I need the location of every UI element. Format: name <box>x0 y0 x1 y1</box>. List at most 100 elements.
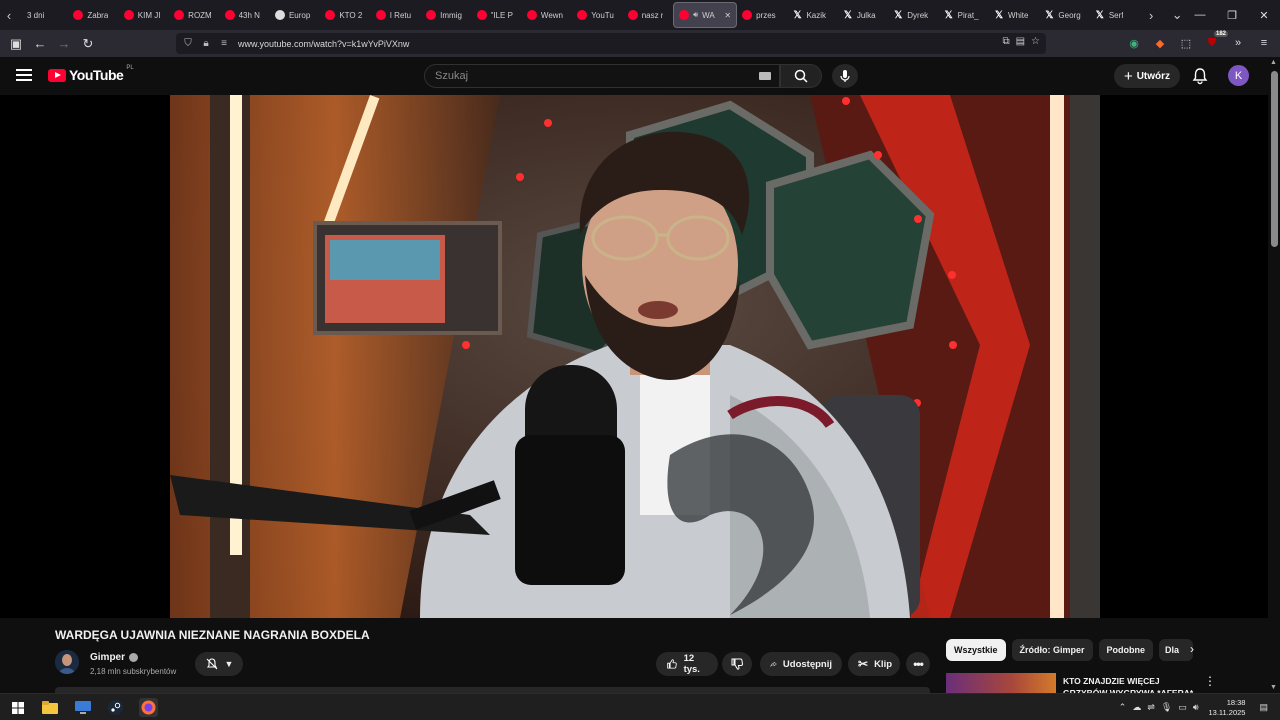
youtube-favicon-icon <box>679 10 690 20</box>
browser-tab[interactable]: "ILE P <box>472 2 522 28</box>
reader-view-icon[interactable]: ▤ <box>1016 36 1025 47</box>
tabs-scroll-left-icon[interactable]: ‹ <box>0 0 18 30</box>
browser-tab[interactable]: 𝕏 Pirat_ <box>939 2 989 28</box>
tray-overflow-icon[interactable]: ⌃ <box>1119 702 1127 713</box>
browser-tab-strip: ‹ 3 dni Zabra KIM JI ROZM 43h N Europ KTO 2 I R… <box>0 0 1280 30</box>
chip-all[interactable]: Wszystkie <box>946 639 1006 661</box>
video-player[interactable] <box>0 95 1268 618</box>
browser-tab[interactable]: I Retu <box>371 2 421 28</box>
permissions-icon[interactable]: ≡ <box>218 38 230 49</box>
browser-tab[interactable]: YouTu <box>572 2 622 28</box>
app-menu-icon[interactable]: ≡ <box>1254 33 1274 53</box>
keyboard-icon[interactable] <box>759 72 771 80</box>
browser-tab[interactable]: 𝕏 Kazik <box>787 2 837 28</box>
browser-tab[interactable]: 𝕏 Serf <box>1090 2 1140 28</box>
usb-icon[interactable]: ⇌ <box>1147 702 1155 713</box>
browser-tab[interactable]: Immig <box>421 2 471 28</box>
fox-extension-icon[interactable]: ◆ <box>1150 33 1170 53</box>
x-favicon-icon: 𝕏 <box>793 9 802 21</box>
youtube-logo[interactable]: YouTube PL <box>48 65 134 83</box>
address-bar[interactable]: ⛉ 🔒︎ ≡ www.youtube.com/watch?v=k1wYvPiVX… <box>176 33 1046 54</box>
chips-next-icon[interactable]: › <box>1190 642 1194 656</box>
dislike-button[interactable] <box>722 652 752 676</box>
channel-name[interactable]: Gimper <box>90 652 139 663</box>
back-icon[interactable]: ← <box>28 32 52 56</box>
tab-audio-icon[interactable]: 🔊︎ <box>693 10 698 20</box>
tabs-scroll-right-icon[interactable]: › <box>1142 0 1160 30</box>
clock[interactable]: 18:38 13.11.2025 <box>1209 698 1246 718</box>
chip-for-you[interactable]: Dla <box>1159 639 1194 661</box>
lock-icon[interactable]: 🔒︎ <box>200 38 212 49</box>
guide-menu-icon[interactable] <box>16 69 32 81</box>
scroll-down-icon[interactable]: ▼ <box>1270 684 1277 691</box>
scrollbar-thumb[interactable] <box>1271 71 1278 247</box>
browser-tab[interactable]: 𝕏 Georg <box>1039 2 1089 28</box>
channel-avatar[interactable] <box>55 650 79 674</box>
recommended-video-thumbnail[interactable] <box>946 673 1056 693</box>
forward-icon[interactable]: → <box>52 32 76 56</box>
browser-tab[interactable]: 3 dni <box>18 2 68 28</box>
remote-desktop-icon[interactable] <box>74 699 91 716</box>
browser-tab[interactable]: 𝕏 Dyrek <box>888 2 938 28</box>
steam-icon[interactable] <box>107 699 124 716</box>
recommended-video-title[interactable]: KTO ZNAJDZIE WIĘCEJ GRZYBÓW WYGRYWA *AFE… <box>1063 675 1198 693</box>
shield-extension-icon[interactable]: ◉ <box>1124 33 1144 53</box>
tab-close-icon[interactable]: ✕ <box>724 11 731 20</box>
browser-tab[interactable]: KTO 2 <box>320 2 370 28</box>
account-avatar[interactable]: K <box>1228 65 1249 86</box>
clip-button[interactable]: ✂ Klip <box>848 652 900 676</box>
video-title: WARDĘGA UJAWNIA NIEZNANE NAGRANIA BOXDEL… <box>55 628 370 642</box>
verified-icon <box>129 653 139 662</box>
browser-tab[interactable]: 𝕏 Julka <box>838 2 888 28</box>
close-window-icon[interactable]: ✕ <box>1248 0 1280 30</box>
notifications-bell-icon[interactable] <box>1190 66 1210 86</box>
search-input[interactable]: Szukaj <box>424 64 780 88</box>
browser-tab[interactable]: ROZM <box>169 2 219 28</box>
scroll-up-icon[interactable]: ▲ <box>1270 59 1277 66</box>
search-button[interactable] <box>780 64 822 88</box>
tab-label: Dyrek <box>907 10 929 20</box>
tracking-protection-icon[interactable]: ⛉ <box>182 38 194 49</box>
scissors-icon: ✂ <box>858 657 869 671</box>
share-button[interactable]: Udostępnij <box>760 652 842 676</box>
video-frame[interactable] <box>170 95 1100 618</box>
tab-label: nasz r <box>641 10 664 20</box>
restore-icon[interactable]: ❐ <box>1216 0 1248 30</box>
bookmark-star-icon[interactable]: ☆ <box>1031 36 1040 47</box>
browser-tab[interactable]: Zabra <box>68 2 118 28</box>
browser-tab[interactable]: Wewn <box>522 2 572 28</box>
picture-in-picture-icon[interactable]: ⧉ <box>1002 36 1009 47</box>
tab-label: I Retu <box>389 10 412 20</box>
page-scrollbar[interactable]: ▲ ▼ <box>1268 57 1280 693</box>
subscribed-notifications-button[interactable]: ▼ <box>195 652 243 676</box>
browser-tab[interactable]: przes <box>737 2 787 28</box>
ublock-icon[interactable]: ⛊ 182 <box>1202 31 1228 53</box>
chip-related[interactable]: Podobne <box>1098 639 1154 661</box>
browser-tab[interactable]: 43h N <box>220 2 270 28</box>
browser-tab[interactable]: KIM JI <box>119 2 169 28</box>
minimize-icon[interactable]: — <box>1184 0 1216 30</box>
windows-start-icon[interactable] <box>9 699 26 716</box>
notifications-icon[interactable]: ▤ <box>1259 702 1268 713</box>
onedrive-icon[interactable]: ☁ <box>1132 702 1141 713</box>
sidebar-toggle-icon[interactable]: ▣ <box>4 32 28 56</box>
microphone-tray-icon[interactable]: 🎙︎ <box>1161 702 1172 713</box>
like-button[interactable]: 12 tys. <box>656 652 718 676</box>
file-explorer-icon[interactable] <box>41 699 58 716</box>
browser-tab[interactable]: nasz r <box>623 2 673 28</box>
more-actions-button[interactable]: ••• <box>906 652 930 676</box>
more-vertical-icon[interactable]: ⋮ <box>1204 674 1216 688</box>
browser-tab[interactable]: Europ <box>270 2 320 28</box>
speaker-icon[interactable]: 🔊︎ <box>1193 702 1199 713</box>
reload-icon[interactable]: ↻ <box>76 32 100 56</box>
firefox-icon[interactable] <box>139 698 158 717</box>
browser-tab[interactable]: 𝕏 White <box>989 2 1039 28</box>
browser-tab[interactable]: 🔊︎ WA ✕ <box>673 2 738 28</box>
youtube-favicon-icon <box>224 10 235 20</box>
extensions-puzzle-icon[interactable]: ⬚ <box>1176 33 1196 53</box>
create-button[interactable]: + Utwórz <box>1114 64 1180 88</box>
display-icon[interactable]: ▭ <box>1178 702 1187 713</box>
voice-search-button[interactable] <box>832 64 858 88</box>
overflow-chevrons-icon[interactable]: » <box>1228 33 1248 53</box>
chip-from-channel[interactable]: Źródło: Gimper <box>1011 639 1093 661</box>
